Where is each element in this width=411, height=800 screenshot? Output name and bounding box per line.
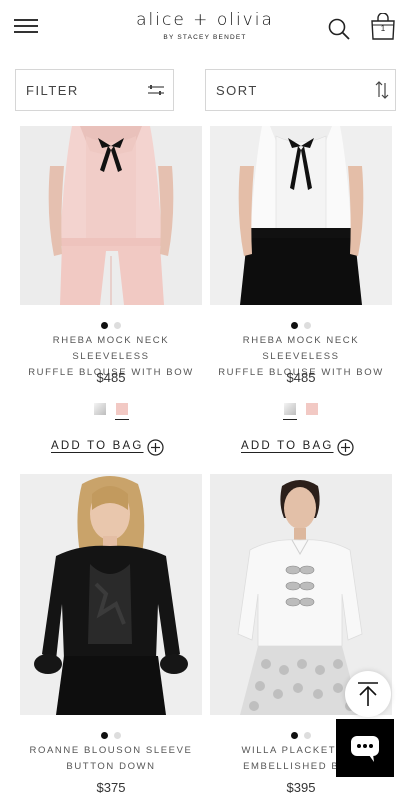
- sort-arrows-icon: [375, 81, 389, 99]
- product-price: $485: [286, 370, 316, 385]
- product-price: $395: [286, 780, 316, 795]
- color-swatches: [20, 402, 202, 420]
- brand-subtitle: BY STACEY BENDET: [163, 34, 247, 41]
- carousel-dot[interactable]: [101, 732, 108, 739]
- carousel-dot[interactable]: [291, 322, 298, 329]
- scroll-to-top-button[interactable]: [345, 671, 391, 717]
- hamburger-menu-icon[interactable]: [14, 17, 40, 35]
- filter-sliders-icon: [148, 85, 164, 95]
- carousel-dot[interactable]: [291, 732, 298, 739]
- search-icon[interactable]: [327, 17, 351, 41]
- brand-logo[interactable]: alice + olivia BY STACEY BENDET: [100, 10, 310, 41]
- chat-button[interactable]: [336, 719, 394, 777]
- add-circle-icon[interactable]: [147, 439, 164, 456]
- carousel-dot[interactable]: [304, 322, 311, 329]
- product-image[interactable]: [20, 474, 202, 715]
- filter-label: FILTER: [26, 83, 79, 98]
- add-to-bag-link[interactable]: ADD TO BAG: [241, 440, 334, 452]
- shopping-bag-icon[interactable]: 1: [370, 12, 396, 41]
- color-swatches: [210, 402, 392, 420]
- product-image[interactable]: [20, 126, 202, 305]
- product-name-line: BUTTON DOWN: [66, 761, 156, 772]
- sort-label: SORT: [216, 83, 258, 98]
- chat-icon: [351, 736, 379, 762]
- image-carousel-dots: [20, 316, 202, 334]
- carousel-dot[interactable]: [101, 322, 108, 329]
- color-swatch[interactable]: [94, 403, 106, 415]
- site-header: alice + olivia BY STACEY BENDET 1: [0, 0, 411, 62]
- product-name-line: RHEBA MOCK NECK SLEEVELESS: [52, 335, 170, 362]
- add-circle-icon[interactable]: [337, 439, 354, 456]
- product-price: $485: [96, 370, 126, 385]
- image-carousel-dots: [210, 316, 392, 334]
- product-name-line: ROANNE BLOUSON SLEEVE: [29, 745, 193, 756]
- product-name[interactable]: ROANNE BLOUSON SLEEVE BUTTON DOWN: [14, 743, 208, 775]
- product-name-line: RHEBA MOCK NECK SLEEVELESS: [242, 335, 360, 362]
- scroll-to-top-icon: [358, 682, 378, 706]
- carousel-dot[interactable]: [114, 322, 121, 329]
- add-to-bag-link[interactable]: ADD TO BAG: [51, 440, 144, 452]
- carousel-dot[interactable]: [114, 732, 121, 739]
- product-image[interactable]: [210, 126, 392, 305]
- bag-count: 1: [380, 24, 386, 33]
- sort-button[interactable]: SORT: [205, 69, 396, 111]
- image-carousel-dots: [20, 726, 202, 744]
- brand-name: alice + olivia: [136, 10, 274, 30]
- color-swatch[interactable]: [283, 403, 297, 420]
- color-swatch[interactable]: [115, 403, 129, 420]
- filter-button[interactable]: FILTER: [15, 69, 174, 111]
- product-price: $375: [96, 780, 126, 795]
- color-swatch[interactable]: [306, 403, 318, 415]
- carousel-dot[interactable]: [304, 732, 311, 739]
